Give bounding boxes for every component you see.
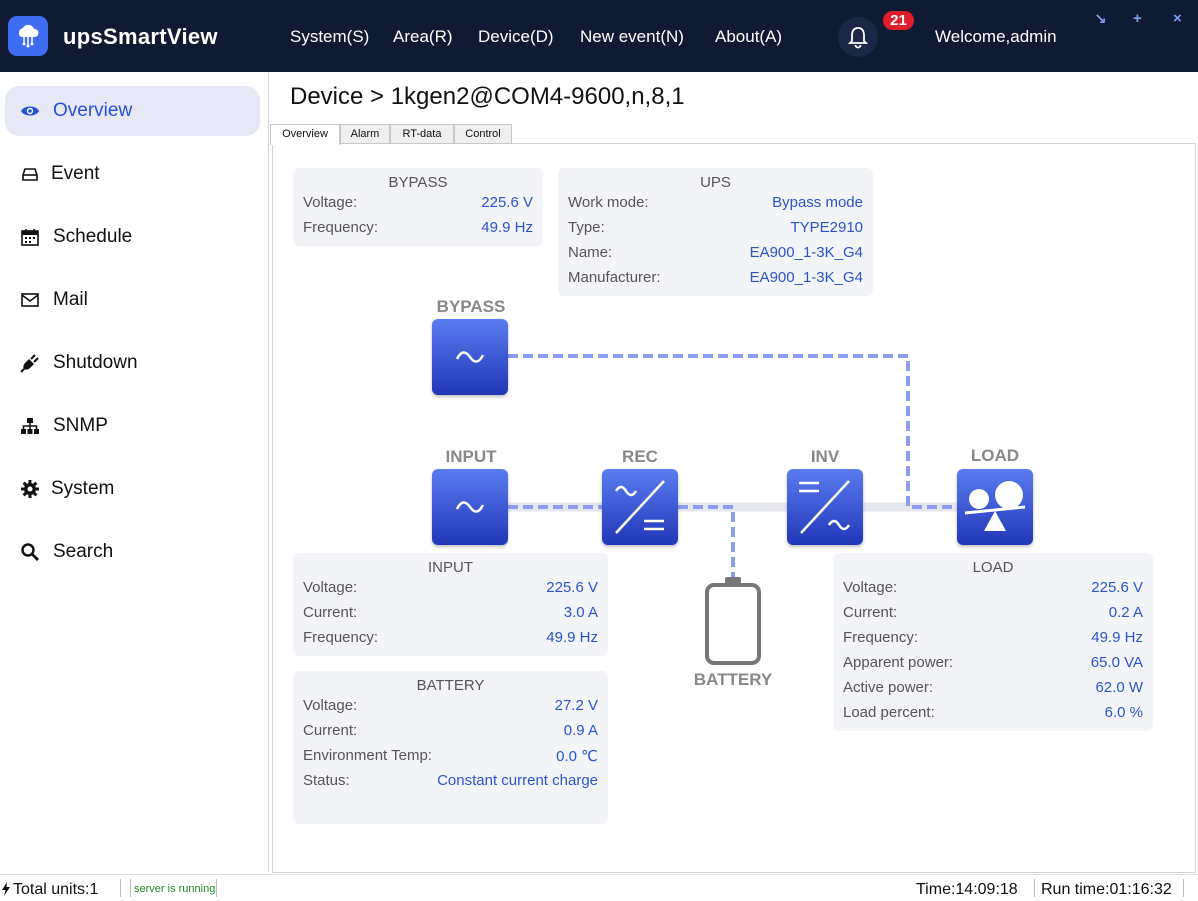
status-separator (216, 879, 217, 897)
card-title: BATTERY (416, 677, 485, 694)
inv-block-label: INV (810, 447, 840, 466)
card-row: Apparent power: 65.0 VA (843, 654, 1143, 674)
inverter-block[interactable] (787, 469, 863, 545)
status-separator (120, 879, 121, 897)
row-label: Apparent power: (843, 654, 954, 671)
card-title: INPUT (428, 559, 473, 576)
row-label: Frequency: (843, 629, 919, 646)
row-label: Active power: (843, 679, 934, 696)
row-label: Load percent: (843, 704, 935, 721)
rectifier-icon (614, 480, 665, 534)
total-units: Total units:1 (13, 881, 99, 898)
row-value: 62.0 W (1095, 679, 1143, 696)
ac-wave-icon (455, 351, 485, 363)
row-label: Voltage: (303, 579, 358, 596)
inverter-icon (799, 480, 851, 534)
row-value: 27.2 V (554, 697, 598, 714)
lightning-icon (2, 882, 10, 896)
clock-time: Time:14:09:18 (916, 881, 1018, 898)
card-title: LOAD (972, 559, 1014, 576)
ac-wave-icon (455, 501, 485, 513)
card-row: Voltage: 225.6 V (843, 579, 1143, 599)
row-label: Current: (303, 604, 358, 621)
card-row: Current: 0.9 A (303, 722, 598, 742)
load-scale-icon (964, 481, 1026, 531)
bypass-block[interactable] (432, 319, 508, 395)
card-row: Status: Constant current charge (303, 772, 598, 792)
load-block[interactable] (957, 469, 1033, 545)
row-value: 0.2 A (1108, 604, 1143, 621)
row-value: 0.9 A (563, 722, 598, 739)
input-block[interactable] (432, 469, 508, 545)
row-label: Current: (843, 604, 898, 621)
battery-card: BATTERY Voltage: 27.2 V Current: 0.9 A E… (293, 671, 608, 824)
card-row: Voltage: 225.6 V (303, 579, 598, 599)
row-value: 65.0 VA (1090, 654, 1143, 671)
row-value: 225.6 V (546, 579, 598, 596)
row-value: Constant current charge (437, 772, 598, 789)
server-status: server is running (134, 883, 216, 895)
card-row: Current: 0.2 A (843, 604, 1143, 624)
row-value: 3.0 A (563, 604, 598, 621)
row-label: Environment Temp: (303, 747, 432, 764)
rec-block-label: REC (622, 447, 658, 466)
row-value: 6.0 % (1104, 704, 1143, 721)
card-row: Environment Temp: 0.0 ℃ (303, 747, 598, 767)
card-row: Load percent: 6.0 % (843, 704, 1143, 724)
row-value: 0.0 ℃ (556, 748, 598, 765)
row-label: Voltage: (843, 579, 898, 596)
card-row: Frequency: 49.9 Hz (843, 629, 1143, 649)
row-label: Current: (303, 722, 358, 739)
load-card: LOAD Voltage: 225.6 V Current: 0.2 A Fre… (833, 553, 1153, 731)
status-separator (1034, 879, 1035, 897)
status-separator (1183, 879, 1184, 897)
battery-block-label: BATTERY (693, 670, 773, 689)
row-value: 225.6 V (1091, 579, 1143, 596)
run-time: Run time:01:16:32 (1041, 881, 1172, 898)
load-block-label: LOAD (970, 446, 1020, 465)
row-label: Status: (303, 772, 350, 789)
card-row: Current: 3.0 A (303, 604, 598, 624)
input-block-label: INPUT (445, 447, 497, 466)
card-row: Frequency: 49.9 Hz (303, 629, 598, 649)
status-separator (130, 879, 131, 897)
battery-icon[interactable] (703, 576, 763, 668)
input-card: INPUT Voltage: 225.6 V Current: 3.0 A Fr… (293, 553, 608, 656)
row-value: 49.9 Hz (546, 629, 598, 646)
row-label: Voltage: (303, 697, 358, 714)
card-row: Active power: 62.0 W (843, 679, 1143, 699)
row-label: Frequency: (303, 629, 379, 646)
rectifier-block[interactable] (602, 469, 678, 545)
row-value: 49.9 Hz (1091, 629, 1143, 646)
status-bar: Total units:1 server is running Time:14:… (0, 874, 1198, 901)
bypass-block-label: BYPASS (436, 297, 506, 316)
card-row: Voltage: 27.2 V (303, 697, 598, 717)
